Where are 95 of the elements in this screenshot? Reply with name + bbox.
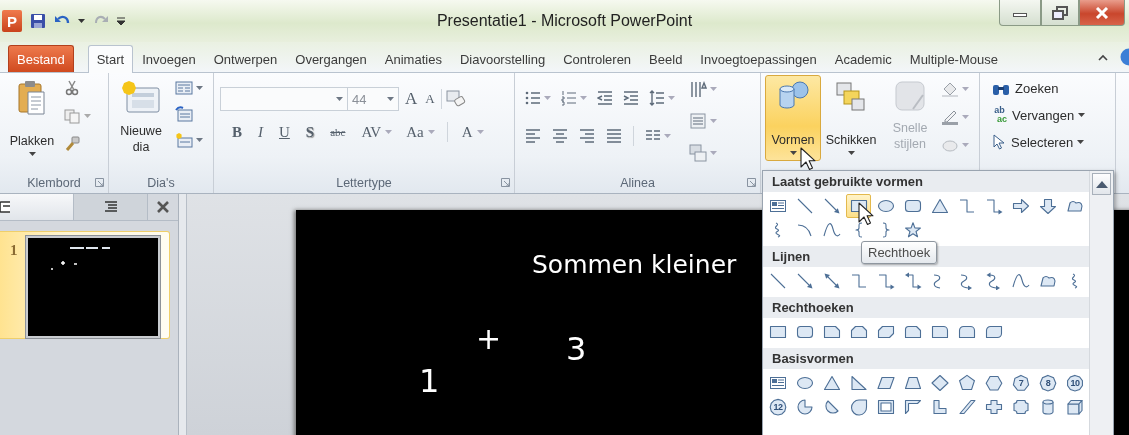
dialog-launcher-icon[interactable] [501, 178, 510, 187]
pointer-icon [992, 134, 1006, 150]
underline-button[interactable]: U [277, 121, 292, 143]
slides-tab[interactable] [0, 194, 74, 220]
collapse-ribbon-icon[interactable] [1098, 53, 1108, 61]
close-icon [1095, 6, 1109, 19]
slide-text: 1 [419, 362, 440, 400]
ribbon-tab[interactable]: Beeld [640, 45, 692, 72]
close-button[interactable] [1079, 0, 1125, 26]
section-title: Basisvormen [772, 351, 854, 366]
file-tab[interactable]: Bestand [8, 45, 74, 72]
tooltip: Rechthoek [861, 241, 938, 264]
slide-text: + [476, 321, 502, 356]
section-title: Laatst gebruikte vormen [772, 174, 923, 189]
shapes-button[interactable]: Vormen [765, 75, 821, 161]
caret-icon[interactable] [1078, 113, 1086, 117]
new-slide-button[interactable]: Nieuwe dia [113, 76, 169, 162]
numbering-icon[interactable] [561, 90, 577, 106]
customize-toolbar-icon[interactable] [117, 17, 125, 25]
align-left-icon[interactable] [525, 128, 541, 144]
ribbon-tab[interactable]: Invoegtoepassingen [691, 45, 826, 72]
dialog-launcher-icon[interactable] [747, 178, 756, 187]
caret-icon[interactable] [78, 19, 85, 23]
fill-bucket-icon[interactable] [941, 81, 959, 97]
ribbon-tab[interactable]: Multiple-Mouse [900, 45, 1007, 72]
scissors-icon[interactable] [64, 80, 80, 96]
align-center-icon[interactable] [552, 128, 568, 144]
find-button[interactable]: Zoeken [992, 81, 1115, 96]
up-arrow-icon [1095, 180, 1108, 188]
justify-icon[interactable] [606, 128, 622, 144]
new-slide-icon [121, 80, 161, 114]
slide-text: 3 [566, 330, 587, 368]
font-name-field[interactable] [220, 87, 348, 111]
paste-button[interactable]: Plakken [4, 76, 60, 162]
reset-slide-icon[interactable] [175, 106, 193, 122]
shadow-button[interactable]: S [303, 121, 317, 143]
caret-icon[interactable] [847, 150, 855, 155]
slide-number: 1 [10, 242, 18, 259]
shrink-font-button[interactable]: A [423, 91, 437, 107]
text-direction-icon[interactable] [689, 80, 707, 98]
slide-thumbnail[interactable] [25, 236, 160, 338]
save-icon[interactable] [30, 13, 46, 29]
arrange-button[interactable]: Schikken [823, 75, 879, 161]
color-button[interactable]: A [459, 121, 475, 143]
app-logo[interactable]: P [2, 10, 22, 32]
case-button[interactable]: Aa [404, 121, 426, 143]
ribbon-tab[interactable]: Diavoorstelling [450, 45, 555, 72]
minimize-button[interactable] [999, 0, 1041, 26]
caret-icon[interactable] [1077, 140, 1085, 144]
slide-title: Sommen kleiner [532, 250, 737, 279]
clear-formatting-icon[interactable] [445, 90, 466, 108]
bold-button[interactable]: B [230, 121, 244, 143]
clipboard-icon [17, 80, 47, 116]
section-title: Lijnen [772, 249, 811, 264]
dialog-launcher-icon[interactable] [95, 178, 104, 187]
ribbon-tab[interactable]: Ontwerpen [204, 45, 287, 72]
outline-pen-icon[interactable] [941, 109, 959, 125]
caret-icon[interactable] [387, 97, 394, 101]
caret-icon[interactable] [336, 97, 343, 101]
slide-icon [0, 200, 10, 214]
scroll-up-button[interactable] [1092, 173, 1111, 195]
ribbon-tab[interactable]: Start [87, 45, 134, 73]
line-spacing-icon[interactable] [649, 90, 665, 106]
italic-button[interactable]: I [256, 121, 265, 143]
ribbon-tab[interactable]: Controleren [554, 45, 641, 72]
caret-icon[interactable] [196, 86, 203, 90]
grow-font-button[interactable]: A [403, 89, 420, 109]
ribbon-tab[interactable]: Invoegen [133, 45, 205, 72]
caret-icon[interactable] [789, 150, 797, 155]
ribbon-tab[interactable]: Overgangen [286, 45, 376, 72]
format-painter-icon[interactable] [64, 136, 80, 152]
ribbon-tab[interactable]: Animaties [375, 45, 451, 72]
restore-icon [1052, 5, 1068, 20]
align-right-icon[interactable] [579, 128, 595, 144]
increase-indent-icon[interactable] [623, 90, 639, 106]
outline-tab[interactable] [74, 194, 148, 220]
slide-list-item[interactable]: 1 [0, 231, 170, 339]
section-title: Rechthoeken [772, 300, 854, 315]
decrease-indent-icon[interactable] [597, 90, 613, 106]
restore-button[interactable] [1041, 0, 1079, 26]
strikethrough-button[interactable]: abc [328, 121, 348, 143]
caret-icon[interactable] [28, 151, 36, 156]
group-label: Alinea [620, 176, 655, 190]
bullets-icon[interactable] [525, 90, 541, 106]
spacing-button[interactable]: AV [359, 121, 384, 143]
group-label: Lettertype [336, 176, 392, 190]
select-button[interactable]: Selecteren [992, 134, 1074, 150]
group-label: Klembord [27, 176, 81, 190]
ribbon-tab[interactable]: Academic [825, 45, 901, 72]
help-icon[interactable] [1120, 48, 1129, 66]
replace-icon: ab ac [992, 106, 1007, 124]
window-title: Presentatie1 - Microsoft PowerPoint [435, 12, 694, 30]
close-icon [157, 201, 169, 213]
group-label: Dia's [147, 176, 175, 190]
outline-icon [103, 201, 118, 213]
